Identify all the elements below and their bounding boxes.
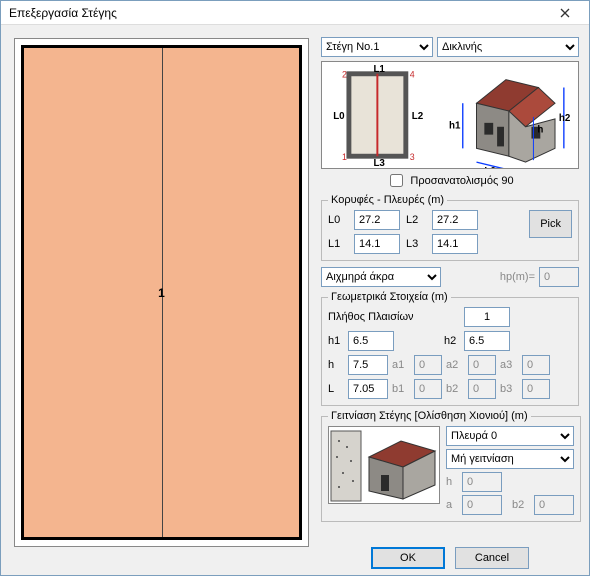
b2-label: b2	[446, 383, 464, 395]
b1-label: b1	[392, 383, 410, 395]
dialog-buttons: OK Cancel	[321, 547, 579, 569]
roof-plan-shape: 1	[21, 45, 302, 540]
l0-label: L0	[328, 214, 348, 226]
svg-text:L2: L2	[412, 111, 424, 122]
svg-text:L1: L1	[373, 64, 385, 75]
a1-input	[414, 355, 442, 375]
a2-label: a2	[446, 359, 464, 371]
pick-button[interactable]: Pick	[529, 210, 572, 238]
svg-text:h1: h1	[449, 121, 461, 132]
edge-type-select[interactable]: Αιχμηρά άκρα	[321, 267, 441, 287]
roof-edit-dialog: Επεξεργασία Στέγης 1 Στέγη No.1 Δικλινής	[0, 0, 590, 576]
h-input[interactable]	[348, 355, 388, 375]
L-label: L	[328, 383, 344, 395]
roof-diagram: 2 4 1 3 L1 L3 L0 L2	[321, 61, 579, 169]
vertices-legend: Κορυφές - Πλευρές (m)	[328, 194, 447, 206]
adj-b2-input	[534, 495, 574, 515]
h2-input[interactable]	[464, 331, 510, 351]
frames-label: Πλήθος Πλαισίων	[328, 311, 460, 323]
geometry-group: Γεωμετρικά Στοιχεία (m) Πλήθος Πλαισίων …	[321, 291, 579, 406]
adjacency-thumb-svg	[329, 427, 441, 505]
b3-label: b3	[500, 383, 518, 395]
properties-panel: Στέγη No.1 Δικλινής 2 4 1 3 L1 L3	[321, 37, 579, 569]
svg-text:L0: L0	[484, 166, 496, 168]
adj-h-input	[462, 472, 502, 492]
svg-text:h: h	[537, 125, 543, 136]
cancel-button[interactable]: Cancel	[455, 547, 529, 569]
adj-h-label: h	[446, 476, 458, 488]
titlebar: Επεξεργασία Στέγης	[1, 1, 589, 25]
h1-label: h1	[328, 335, 344, 347]
ok-button[interactable]: OK	[371, 547, 445, 569]
adjacency-group: Γειτνίαση Στέγης [Ολίσθηση Χιονιού] (m)	[321, 410, 581, 522]
roof-plan-preview: 1	[14, 38, 309, 547]
L-input[interactable]	[348, 379, 388, 399]
roof-type-select[interactable]: Δικλινής	[437, 37, 579, 57]
adjacency-legend: Γειτνίαση Στέγης [Ολίσθηση Χιονιού] (m)	[328, 410, 531, 422]
b3-input	[522, 379, 550, 399]
orientation-90-row: Προσανατολισμός 90	[321, 171, 579, 190]
roof-number-select[interactable]: Στέγη No.1	[321, 37, 433, 57]
orientation-90-checkbox[interactable]	[390, 174, 403, 187]
hp-label: hp(m)=	[500, 271, 535, 283]
svg-text:4: 4	[410, 70, 415, 80]
l1-label: L1	[328, 238, 348, 250]
adj-a-label: a	[446, 499, 458, 511]
l3-input[interactable]	[432, 234, 478, 254]
orientation-90-label: Προσανατολισμός 90	[410, 175, 513, 187]
adj-a-input	[462, 495, 502, 515]
close-icon	[560, 8, 570, 18]
svg-text:1: 1	[342, 152, 347, 162]
l3-label: L3	[406, 238, 426, 250]
svg-text:h2: h2	[559, 113, 571, 124]
h2-label: h2	[444, 335, 460, 347]
top-selects-row: Στέγη No.1 Δικλινής	[321, 37, 579, 57]
roof-diagram-svg: 2 4 1 3 L1 L3 L0 L2	[322, 62, 578, 168]
adj-b2-label: b2	[512, 499, 530, 511]
l2-label: L2	[406, 214, 426, 226]
a1-label: a1	[392, 359, 410, 371]
close-button[interactable]	[545, 2, 585, 24]
b1-input	[414, 379, 442, 399]
svg-text:3: 3	[410, 152, 415, 162]
a2-input	[468, 355, 496, 375]
window-title: Επεξεργασία Στέγης	[5, 6, 545, 20]
l2-input[interactable]	[432, 210, 478, 230]
l1-input[interactable]	[354, 234, 400, 254]
svg-text:L0: L0	[333, 111, 345, 122]
svg-text:2: 2	[342, 70, 347, 80]
h-label: h	[328, 359, 344, 371]
adjacency-thumbnail	[328, 426, 440, 504]
a3-input	[522, 355, 550, 375]
geometry-legend: Γεωμετρικά Στοιχεία (m)	[328, 291, 451, 303]
l0-input[interactable]	[354, 210, 400, 230]
h1-input[interactable]	[348, 331, 394, 351]
svg-text:L3: L3	[373, 158, 385, 168]
a3-label: a3	[500, 359, 518, 371]
hp-input	[539, 267, 579, 287]
ridge-label: 1	[158, 286, 165, 300]
b2-input	[468, 379, 496, 399]
frames-input[interactable]	[464, 307, 510, 327]
adjacency-mode-select[interactable]: Μή γειτνίαση	[446, 449, 574, 469]
vertices-group: Κορυφές - Πλευρές (m) L0 L2 L1 L3 Pick	[321, 194, 579, 261]
adjacency-side-select[interactable]: Πλευρά 0	[446, 426, 574, 446]
